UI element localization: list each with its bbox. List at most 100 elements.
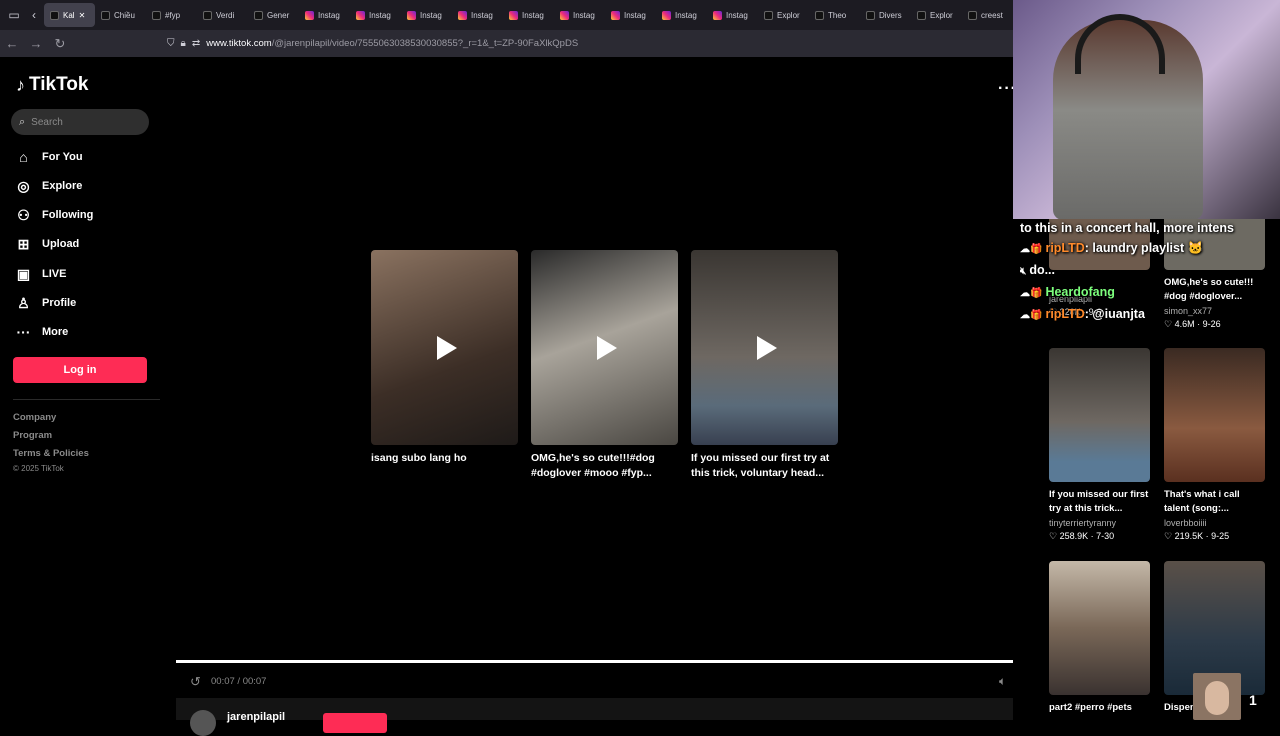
browser-tab[interactable]: Gener (248, 3, 299, 27)
browser-tab[interactable]: Verdi (197, 3, 248, 27)
video-author[interactable]: loverbboiiii (1164, 518, 1265, 528)
video-caption[interactable]: That's what i call talent (song:... (1164, 488, 1265, 516)
play-icon[interactable] (436, 335, 457, 360)
nav-profile[interactable]: ♙ Profile (15, 293, 76, 313)
instagram-favicon-icon (713, 10, 722, 20)
chat-message: 🔇︎ do... (1020, 260, 1280, 282)
video-progress-bar[interactable] (176, 660, 1033, 663)
video-thumbnail[interactable] (1049, 348, 1150, 482)
chat-message: ☁🎁 ripLTD: @iuanjta (1020, 304, 1280, 326)
browser-nav-bar: ← → ↻ ⛉ 🔒︎ ⇄ www.tiktok.com/@jarenpilapi… (0, 30, 1013, 57)
browser-tab[interactable]: Theo (809, 3, 860, 27)
search-input[interactable]: ⌕ Search (11, 109, 149, 135)
video-caption[interactable]: If you missed our first try at this tric… (691, 451, 838, 481)
browser-tab[interactable]: Explor (911, 3, 962, 27)
login-button[interactable]: Log in (13, 357, 147, 383)
tiktok-favicon-icon (254, 10, 263, 20)
browser-tab[interactable]: Instag (605, 3, 656, 27)
video-author[interactable]: tinyterriertyranny (1049, 518, 1150, 528)
video-thumbnail[interactable] (1049, 561, 1150, 695)
browser-tab[interactable]: Divers (860, 3, 911, 27)
follow-button[interactable] (323, 713, 387, 733)
footer-link-terms[interactable]: Terms & Policies (13, 448, 89, 459)
back-icon[interactable]: ← (0, 36, 24, 51)
browser-tab[interactable]: Instag (452, 3, 503, 27)
shield-icon[interactable]: ⛉ (167, 38, 175, 49)
suggested-video-card[interactable]: OMG,he's so cute!!!#dog #doglover #mooo … (531, 250, 678, 481)
browser-tab[interactable]: Instag (707, 3, 758, 27)
nav-label: Profile (42, 297, 77, 309)
chat-user: ripLTD (1045, 307, 1085, 321)
browser-tab[interactable]: Instag (503, 3, 554, 27)
related-video-card[interactable]: If you missed our first try at this tric… (1049, 348, 1150, 542)
instagram-favicon-icon (356, 10, 365, 20)
video-stats: ♡ 219.5K · 9-25 (1164, 531, 1230, 541)
play-icon[interactable] (596, 335, 617, 360)
tab-label: Theo (828, 10, 847, 20)
video-thumbnail[interactable] (1164, 348, 1265, 482)
browser-tab[interactable]: Instag (299, 3, 350, 27)
video-time: 00:07 / 00:07 (211, 676, 267, 687)
tiktok-favicon-icon (815, 10, 824, 20)
nav-label: Upload (42, 238, 80, 250)
pip-video[interactable] (1193, 673, 1241, 720)
video-caption[interactable]: If you missed our first try at this tric… (1049, 488, 1150, 516)
tab-label: creest (981, 10, 1003, 20)
tiktok-favicon-icon (203, 10, 212, 20)
volume-icon[interactable]: 🔈︎ (999, 674, 1006, 689)
nav-label: For You (42, 151, 83, 163)
browser-tab[interactable]: Instag (350, 3, 401, 27)
video-thumbnail[interactable] (371, 250, 518, 445)
footer-link-company[interactable]: Company (13, 412, 56, 423)
permissions-icon[interactable]: ⇄ (192, 38, 200, 49)
video-thumbnail[interactable] (531, 250, 678, 445)
replay-icon[interactable]: ↺ (190, 674, 201, 690)
tab-label: Instag (675, 10, 697, 20)
more-icon: ··· (16, 324, 31, 340)
browser-tab[interactable]: Instag (554, 3, 605, 27)
author-name[interactable]: jarenpilapil (227, 711, 285, 723)
related-video-card[interactable]: part2 #perro #pets (1049, 561, 1150, 715)
forward-icon[interactable]: → (24, 36, 48, 51)
tab-scroll-left-icon[interactable]: ‹ (24, 8, 44, 22)
video-caption[interactable]: isang subo lang ho (371, 451, 518, 466)
nav-label: LIVE (42, 268, 67, 280)
nav-for-you[interactable]: ⌂ For You (15, 147, 83, 167)
browser-tab[interactable]: Kal ✕ (44, 3, 95, 27)
suggested-video-card[interactable]: isang subo lang ho (371, 250, 518, 466)
browser-tab[interactable]: #fyp (146, 3, 197, 27)
related-video-card[interactable]: That's what i call talent (song:... love… (1164, 348, 1265, 542)
video-caption[interactable]: part2 #perro #pets (1049, 701, 1150, 715)
tiktok-logo[interactable]: ♪ TikTok (16, 74, 88, 96)
nav-following[interactable]: ⚇ Following (15, 205, 93, 225)
browser-tab[interactable]: Instag (656, 3, 707, 27)
reload-icon[interactable]: ↻ (48, 36, 72, 52)
url-field[interactable]: www.tiktok.com/@jarenpilapil/video/75550… (206, 38, 578, 49)
browser-tab[interactable]: creest (962, 3, 1013, 27)
video-thumbnail[interactable] (691, 250, 838, 445)
video-caption[interactable]: OMG,he's so cute!!!#dog #doglover #mooo … (531, 451, 678, 481)
tab-label: Divers (879, 10, 902, 20)
close-tab-icon[interactable]: ✕ (79, 11, 86, 20)
nav-upload[interactable]: ⊞ Upload (15, 234, 80, 254)
tab-label: Kal (63, 10, 75, 20)
browser-tab[interactable]: Explor (758, 3, 809, 27)
footer-link-program[interactable]: Program (13, 430, 52, 441)
nav-label: Following (42, 209, 94, 221)
upload-icon: ⊞ (17, 235, 30, 252)
play-icon[interactable] (756, 335, 777, 360)
browser-tab-bar: ▭ ‹ Kal ✕ Chiều #fyp Verdi Gener Instag Instag I… (0, 0, 1013, 30)
author-avatar[interactable] (190, 710, 216, 736)
sub-badge-icon: ☁🎁 (1020, 244, 1043, 255)
browser-tab[interactable]: Instag (401, 3, 452, 27)
tab-label: Chiều (114, 10, 135, 20)
lock-icon[interactable]: 🔒︎ (181, 38, 186, 49)
tab-overview-icon[interactable]: ▭ (4, 8, 24, 22)
nav-live[interactable]: ▣ LIVE (15, 264, 67, 284)
nav-more[interactable]: ··· More (15, 322, 69, 342)
suggested-video-card[interactable]: If you missed our first try at this tric… (691, 250, 838, 481)
sub-badge-icon: ☁🎁 (1020, 310, 1043, 321)
browser-tab[interactable]: Chiều (95, 3, 146, 27)
nav-explore[interactable]: ◎ Explore (15, 176, 82, 196)
live-icon: ▣ (16, 265, 31, 282)
